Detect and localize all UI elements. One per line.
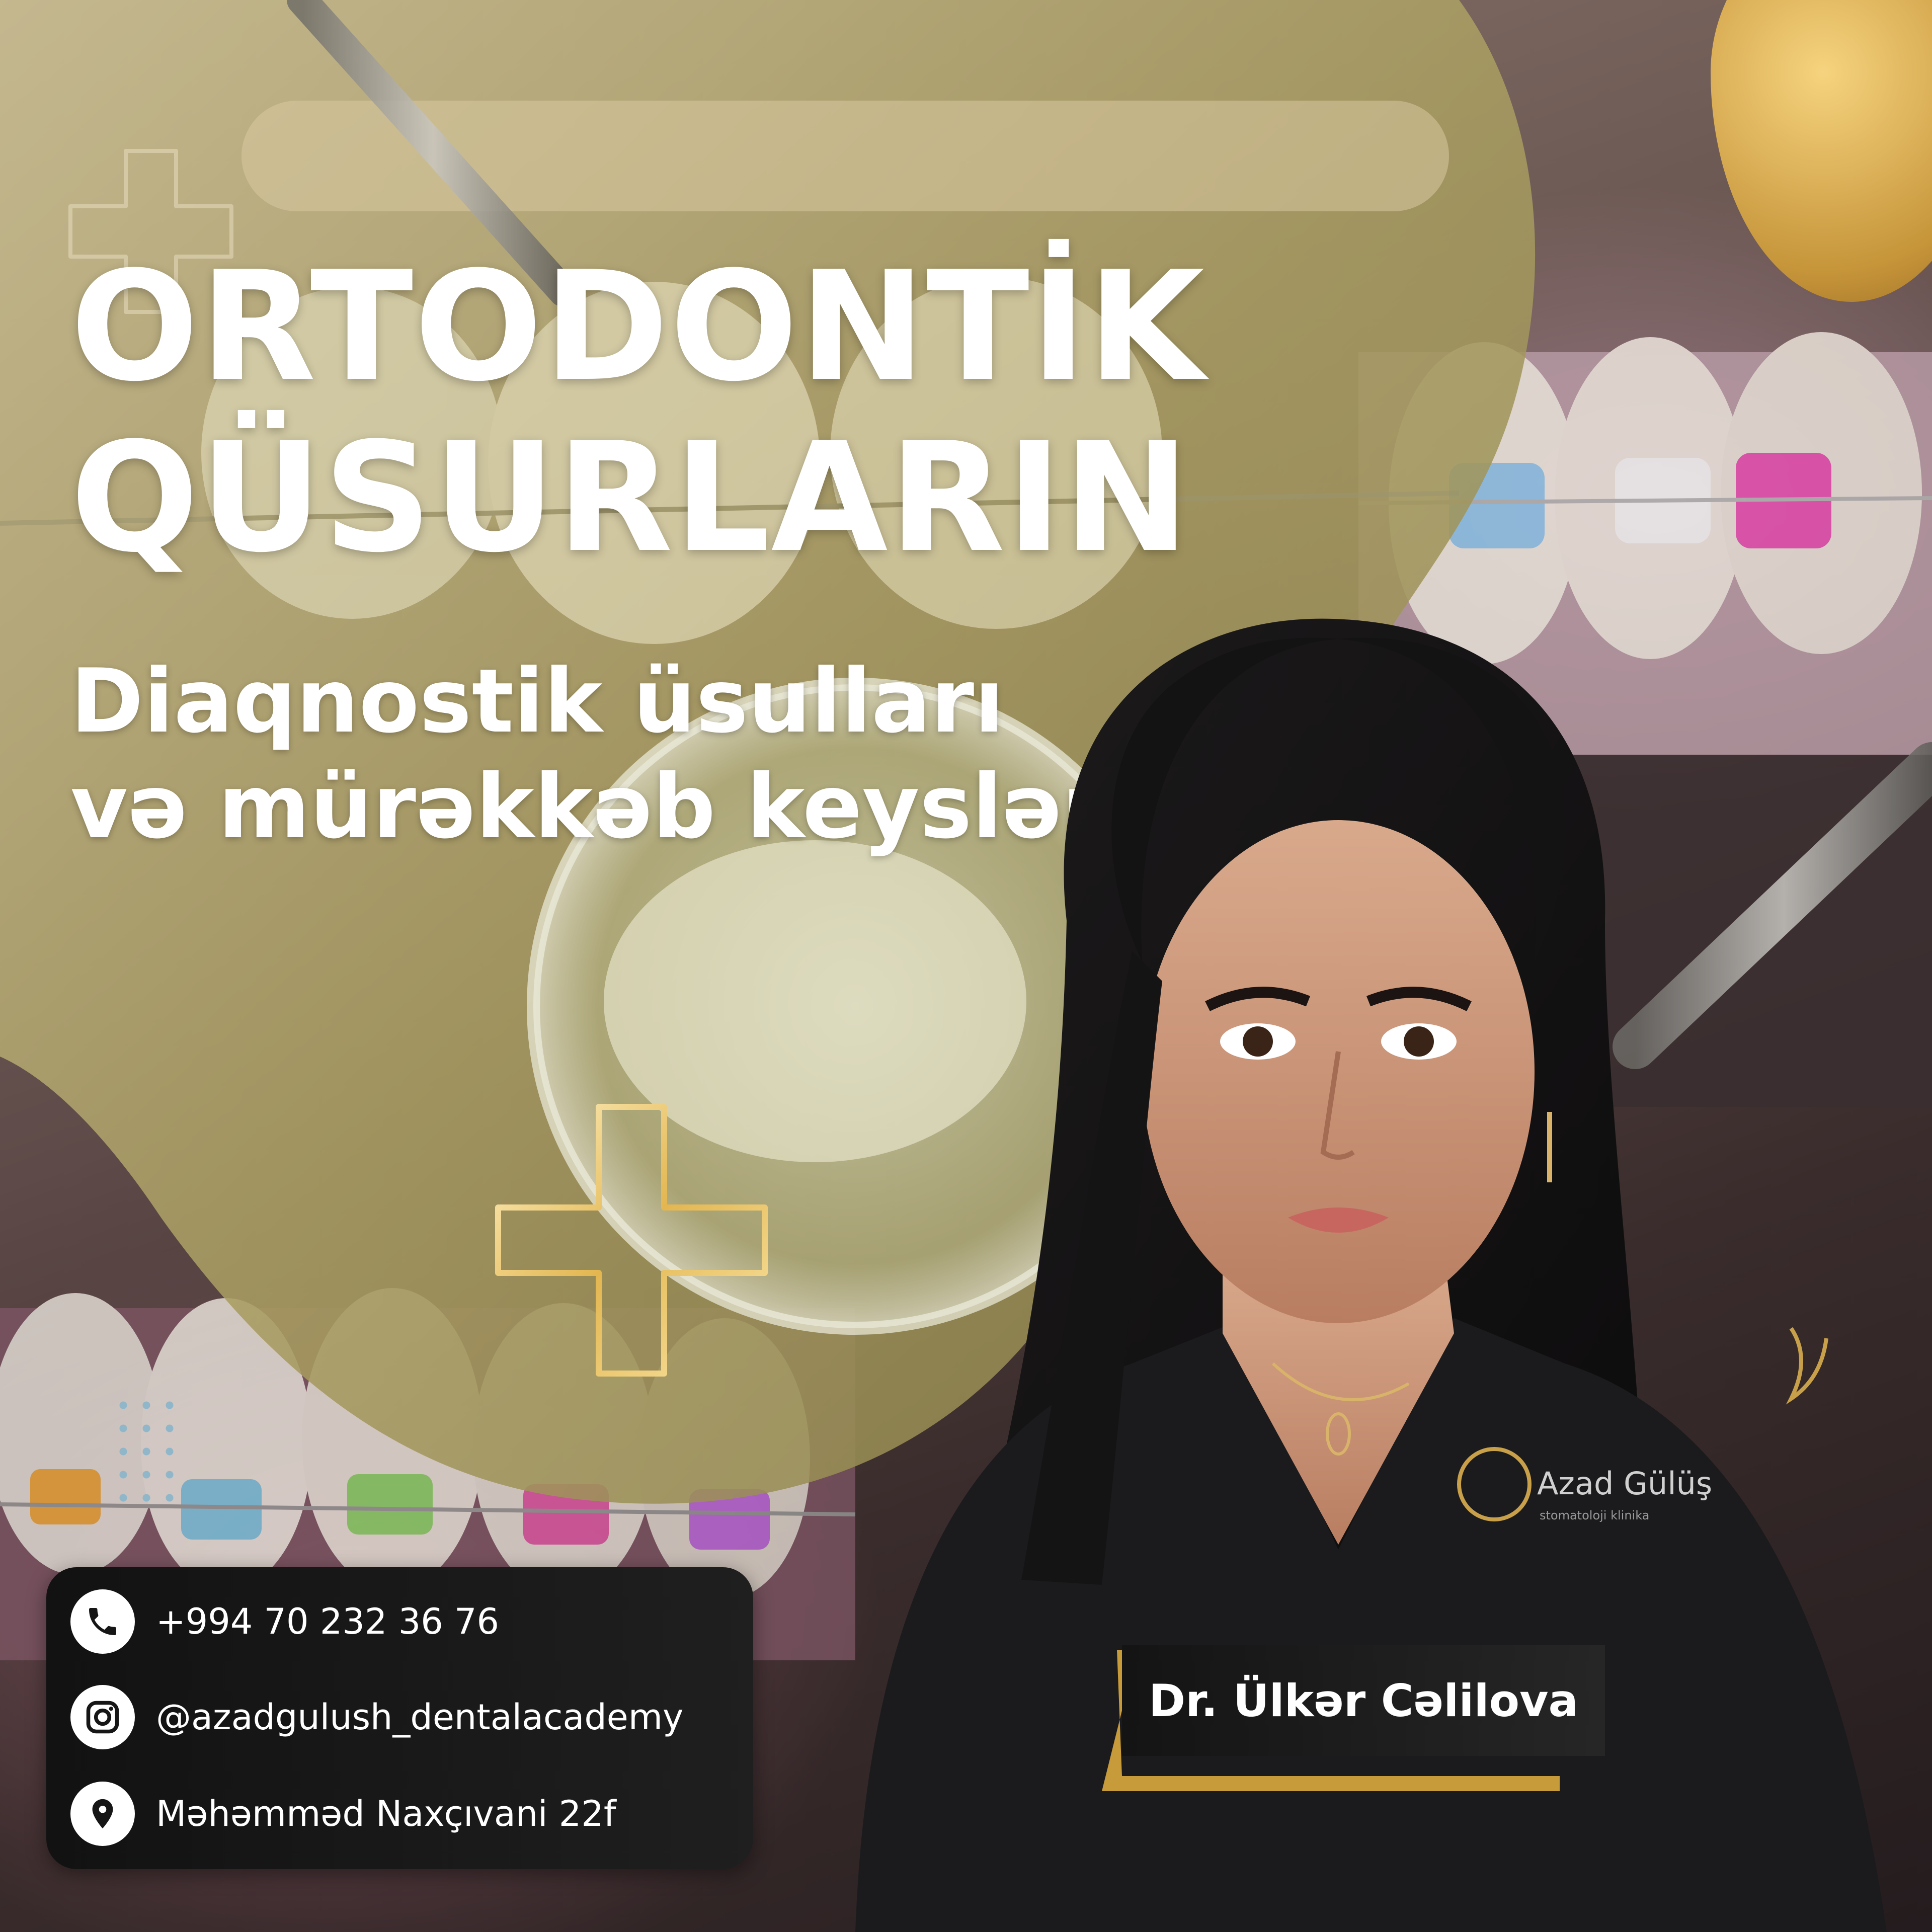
phone-number: +994 70 232 36 76	[156, 1601, 500, 1642]
poster: ORTODONTİK QÜSURLARIN Diaqnostik üsullar…	[0, 0, 1932, 1932]
headline: ORTODONTİK QÜSURLARIN	[70, 242, 1205, 584]
clinic-logo-text: Azad Gülüş	[1537, 1465, 1712, 1502]
headline-line-2: QÜSURLARIN	[70, 410, 1191, 586]
contact-address-row[interactable]: Məhəmməd Naxçıvani 22f	[70, 1779, 616, 1849]
contact-card: +994 70 232 36 76 @azadgulush_dentalacad…	[46, 1567, 753, 1869]
address: Məhəmməd Naxçıvani 22f	[156, 1793, 616, 1834]
contact-instagram-row[interactable]: @azadgulush_dentalacademy	[70, 1682, 683, 1752]
sleeve-emblem	[1786, 1327, 1828, 1405]
instagram-handle: @azadgulush_dentalacademy	[156, 1697, 684, 1738]
headline-line-1: ORTODONTİK	[70, 239, 1206, 415]
doctor-name: Dr. Ülkər Cəlilova	[1149, 1674, 1578, 1727]
location-pin-icon	[70, 1782, 135, 1846]
phone-icon	[70, 1589, 135, 1654]
dot-grid-decoration	[112, 1394, 182, 1509]
clinic-logo-subtext: stomatoloji klinika	[1540, 1508, 1649, 1522]
instagram-icon	[70, 1685, 135, 1749]
contact-phone-row[interactable]: +994 70 232 36 76	[70, 1586, 499, 1657]
doctor-name-tag: Dr. Ülkər Cəlilova	[1087, 1645, 1605, 1791]
